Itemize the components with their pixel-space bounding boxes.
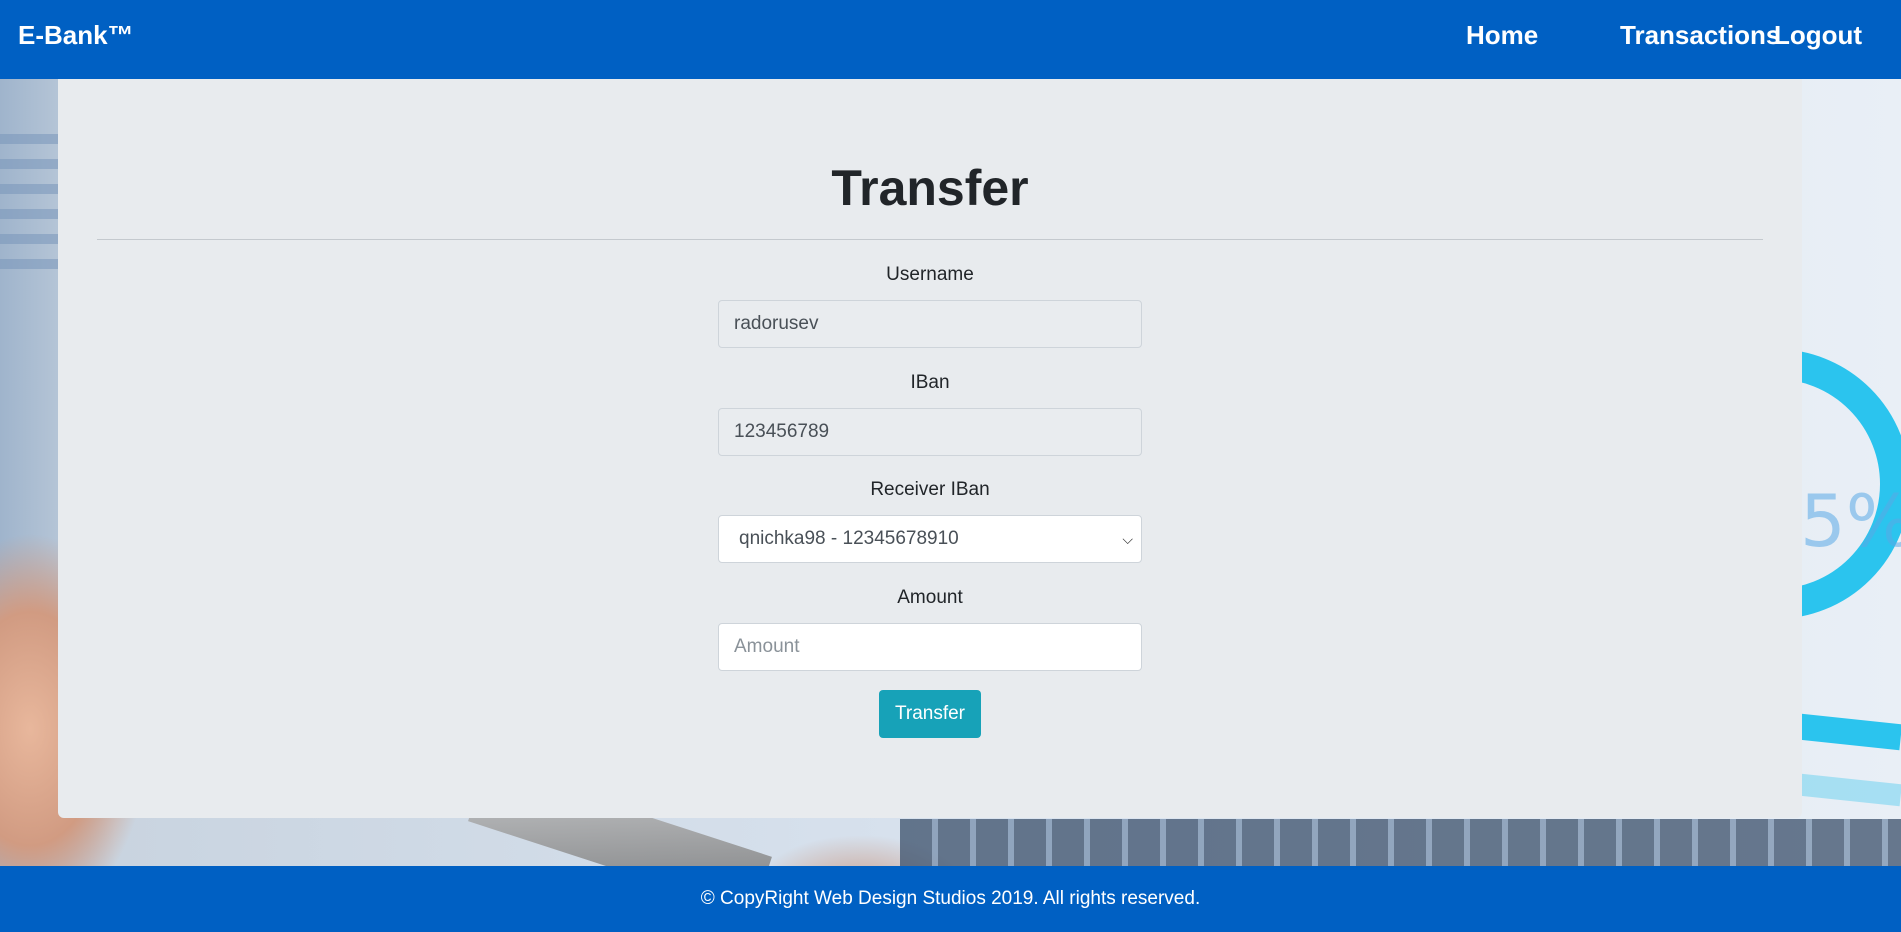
background-stripe <box>0 259 60 269</box>
background-bar <box>1799 773 1901 807</box>
page-title: Transfer <box>831 160 1029 216</box>
iban-field[interactable]: 123456789 <box>718 408 1142 456</box>
transfer-button[interactable]: Transfer <box>879 690 981 738</box>
chevron-down-icon: ⌵ <box>1122 531 1133 547</box>
amount-input[interactable]: Amount <box>718 623 1142 671</box>
receiver-iban-selected: qnichka98 - 12345678910 <box>739 528 959 549</box>
background-stripe <box>0 184 60 194</box>
receiver-iban-select[interactable]: qnichka98 - 12345678910 ⌵ <box>718 515 1142 563</box>
top-navbar: E-Bank™ Home Transactions Logout <box>0 0 1901 79</box>
background-stripe <box>0 134 60 144</box>
iban-label: IBan <box>910 372 950 393</box>
footer: © CopyRight Web Design Studios 2019. All… <box>0 866 1901 932</box>
background-stripe <box>0 159 60 169</box>
background-percent-text: 5% <box>1800 479 1901 563</box>
footer-copyright: © CopyRight Web Design Studios 2019. All… <box>700 888 1201 909</box>
username-label: Username <box>886 264 974 285</box>
title-divider <box>97 239 1763 240</box>
receiver-iban-label: Receiver IBan <box>870 479 990 500</box>
username-value: radorusev <box>734 313 819 334</box>
nav-link-transactions[interactable]: Transactions <box>1620 20 1780 51</box>
iban-value: 123456789 <box>734 421 830 442</box>
nav-link-logout[interactable]: Logout <box>1774 20 1862 51</box>
background-keyboard <box>900 819 1901 866</box>
username-field[interactable]: radorusev <box>718 300 1142 348</box>
background-stripe <box>0 234 60 244</box>
amount-label: Amount <box>897 587 963 608</box>
transfer-card: Transfer Username radorusev IBan 1234567… <box>58 79 1802 818</box>
background-bar <box>1798 713 1901 751</box>
nav-link-home[interactable]: Home <box>1466 20 1538 51</box>
brand-logo[interactable]: E-Bank™ <box>18 20 134 51</box>
amount-placeholder: Amount <box>734 636 800 657</box>
background-stripe <box>0 209 60 219</box>
